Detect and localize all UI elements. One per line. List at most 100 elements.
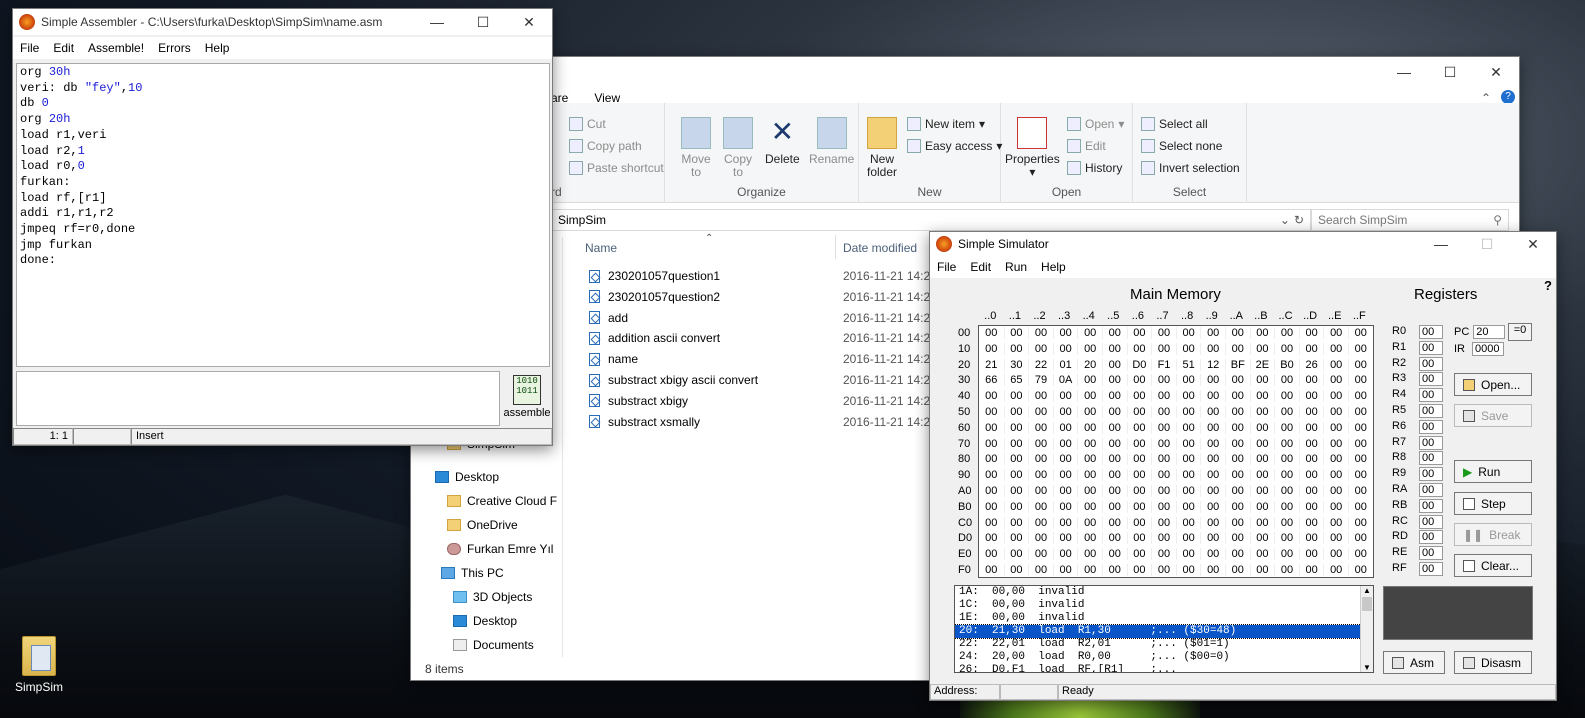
memory-cell[interactable]: 00 [1028, 532, 1053, 545]
memory-cell[interactable]: 00 [1102, 406, 1127, 418]
maximize-button[interactable]: ☐ [460, 9, 506, 35]
menu-help[interactable]: Help [198, 41, 237, 55]
memory-cell[interactable]: 00 [1126, 564, 1152, 576]
memory-cell[interactable]: 00 [1323, 469, 1348, 482]
memory-cell[interactable]: 00 [1323, 500, 1348, 513]
memory-cell[interactable]: 00 [1225, 453, 1250, 466]
memory-cell[interactable]: 00 [979, 343, 1004, 355]
memory-cell[interactable]: 00 [1323, 421, 1348, 434]
chevron-down-icon[interactable]: ⌄ [1280, 213, 1294, 227]
memory-cell[interactable]: 00 [1077, 532, 1102, 545]
memory-cell[interactable]: 00 [1175, 564, 1201, 576]
memory-cell[interactable]: 00 [1225, 374, 1250, 387]
memory-cell[interactable]: 00 [979, 485, 1004, 497]
memory-cell[interactable]: 00 [1102, 500, 1127, 513]
memory-cell[interactable]: 00 [979, 532, 1004, 544]
memory-cell[interactable]: 00 [1175, 342, 1201, 355]
memory-cell[interactable]: 00 [1225, 342, 1250, 355]
assembler-messages[interactable] [16, 371, 500, 426]
memory-cell[interactable]: 00 [1348, 374, 1373, 387]
memory-cell[interactable]: 00 [1151, 437, 1176, 450]
disassembly-list[interactable]: 1A: 00,00 invalid 1C: 00,00 invalid 1E: 00… [954, 585, 1374, 673]
memory-cell[interactable]: 00 [979, 406, 1004, 418]
memory-cell[interactable]: 00 [1175, 453, 1201, 466]
register-value[interactable]: 00 [1419, 388, 1443, 403]
context-help-icon[interactable]: ? [1544, 278, 1552, 293]
memory-cell[interactable]: B0 [1274, 358, 1299, 371]
memory-cell[interactable]: 00 [1102, 327, 1127, 339]
memory-cell[interactable]: 00 [979, 422, 1004, 434]
register-value[interactable]: 00 [1419, 356, 1443, 371]
memory-cell[interactable]: 00 [1323, 532, 1348, 545]
memory-cell[interactable]: 00 [1126, 342, 1152, 355]
minimize-button[interactable]: — [1381, 57, 1427, 87]
delete-button[interactable]: ✕ Delete [765, 117, 800, 166]
memory-cell[interactable]: 00 [1175, 516, 1201, 529]
memory-cell[interactable]: 00 [1077, 500, 1102, 513]
memory-cell[interactable]: 00 [1225, 500, 1250, 513]
memory-cell[interactable]: 00 [1348, 532, 1373, 545]
memory-cell[interactable]: 00 [979, 517, 1004, 529]
memory-cell[interactable]: 00 [1052, 421, 1078, 434]
memory-cell[interactable]: 21 [979, 359, 1004, 371]
new-item-button[interactable]: New item ▾ [907, 113, 1002, 135]
asm-button[interactable]: Asm [1383, 651, 1445, 674]
register-value[interactable]: 00 [1419, 404, 1443, 418]
memory-cell[interactable]: 22 [1028, 358, 1053, 371]
open-button[interactable]: Open... [1454, 373, 1532, 396]
disassembly-scrollbar[interactable]: ▲ ▼ [1360, 586, 1373, 672]
memory-cell[interactable]: 00 [1003, 532, 1029, 545]
memory-cell[interactable]: 00 [1348, 406, 1373, 418]
disassembly-line[interactable]: 1A: 00,00 invalid [955, 586, 1373, 599]
memory-cell[interactable]: 00 [1249, 374, 1275, 387]
new-folder-button[interactable]: New folder [867, 117, 897, 179]
memory-cell[interactable]: 00 [1052, 469, 1078, 482]
maximize-button[interactable]: ☐ [1464, 232, 1510, 256]
memory-cell[interactable]: 00 [1274, 469, 1299, 482]
memory-cell[interactable]: 00 [1102, 564, 1127, 576]
memory-cell[interactable]: 00 [1348, 437, 1373, 450]
memory-cell[interactable]: 00 [1052, 485, 1078, 497]
memory-cell[interactable]: 00 [1200, 327, 1225, 339]
memory-cell[interactable]: 00 [1298, 485, 1324, 497]
memory-cell[interactable]: 00 [1126, 548, 1152, 561]
memory-cell[interactable]: 00 [1151, 500, 1176, 513]
memory-cell[interactable]: 00 [1175, 406, 1201, 418]
file-row[interactable]: 230201057question1 [589, 269, 720, 283]
memory-cell[interactable]: 00 [1274, 390, 1299, 403]
memory-cell[interactable]: 00 [1200, 390, 1225, 403]
nav-item-3d-objects[interactable]: 3D Objects [453, 590, 532, 604]
memory-cell[interactable]: 00 [1225, 406, 1250, 418]
memory-cell[interactable]: 00 [1200, 469, 1225, 482]
memory-cell[interactable]: 00 [1323, 548, 1348, 561]
memory-cell[interactable]: 00 [1028, 469, 1053, 482]
nav-item-desktop-2[interactable]: Desktop [453, 614, 517, 628]
memory-cell[interactable]: 00 [1052, 564, 1078, 576]
memory-cell[interactable]: 00 [1126, 500, 1152, 513]
memory-cell[interactable]: 00 [1003, 421, 1029, 434]
memory-cell[interactable]: 00 [1102, 390, 1127, 403]
memory-cell[interactable]: 00 [1028, 437, 1053, 450]
memory-cell[interactable]: 00 [1151, 469, 1176, 482]
register-value[interactable]: 00 [1419, 562, 1443, 576]
memory-cell[interactable]: 00 [1298, 374, 1324, 387]
memory-cell[interactable]: 00 [1151, 548, 1176, 561]
memory-cell[interactable]: 00 [1348, 500, 1373, 513]
memory-cell[interactable]: 00 [1003, 485, 1029, 497]
register-value[interactable]: 00 [1419, 340, 1443, 355]
close-button[interactable]: ✕ [1510, 232, 1556, 256]
memory-cell[interactable]: 00 [979, 390, 1004, 402]
memory-cell[interactable]: 00 [1028, 327, 1053, 339]
memory-cell[interactable]: 00 [1200, 342, 1225, 355]
memory-cell[interactable]: 00 [1102, 516, 1127, 529]
assemble-button[interactable]: 1010 1011 assemble [503, 375, 551, 419]
memory-cell[interactable]: 00 [1003, 390, 1029, 403]
memory-cell[interactable]: 00 [1077, 437, 1102, 450]
memory-cell[interactable]: 00 [1200, 548, 1225, 561]
memory-cell[interactable]: 00 [1348, 453, 1373, 466]
memory-cell[interactable]: 00 [979, 548, 1004, 560]
cut-button[interactable]: Cut [569, 113, 664, 135]
memory-cell[interactable]: 00 [1102, 469, 1127, 482]
register-value[interactable]: 00 [1419, 483, 1443, 497]
easy-access-button[interactable]: Easy access ▾ [907, 135, 1002, 157]
